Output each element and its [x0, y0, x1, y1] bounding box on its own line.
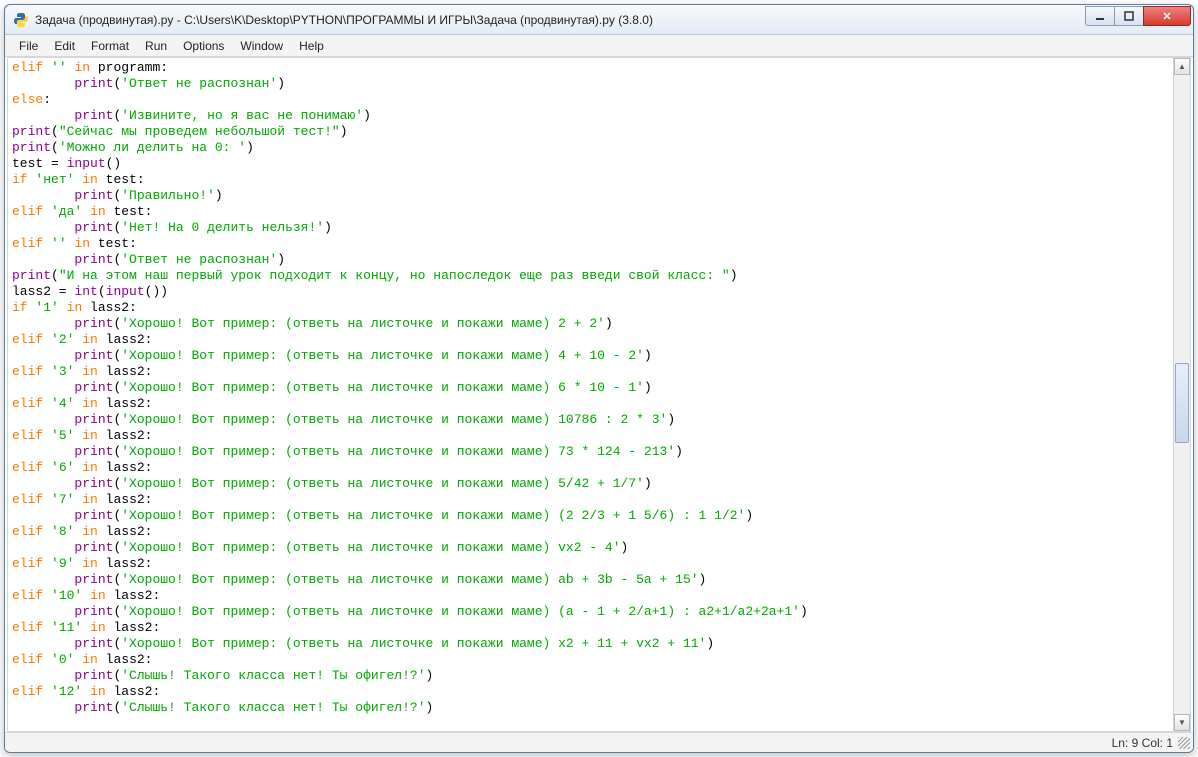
menu-help[interactable]: Help [291, 36, 332, 56]
close-button[interactable] [1143, 6, 1191, 26]
maximize-button[interactable] [1114, 6, 1144, 26]
scroll-up-button[interactable]: ▲ [1174, 58, 1190, 75]
resize-grip-icon[interactable] [1178, 737, 1190, 749]
menu-run[interactable]: Run [137, 36, 175, 56]
menubar: File Edit Format Run Options Window Help [5, 35, 1193, 57]
menu-file[interactable]: File [11, 36, 46, 56]
minimize-button[interactable] [1085, 6, 1115, 26]
code-editor[interactable]: elif '' in programm: print('Ответ не рас… [8, 58, 1190, 731]
scroll-down-button[interactable]: ▼ [1174, 714, 1190, 731]
window-title: Задача (продвинутая).py - C:\Users\K\Des… [35, 13, 1086, 27]
python-icon [13, 12, 29, 28]
scroll-track[interactable] [1174, 75, 1190, 714]
vertical-scrollbar[interactable]: ▲ ▼ [1173, 58, 1190, 731]
idle-window: Задача (продвинутая).py - C:\Users\K\Des… [4, 4, 1194, 753]
scroll-thumb[interactable] [1175, 363, 1189, 443]
menu-window[interactable]: Window [232, 36, 291, 56]
menu-edit[interactable]: Edit [46, 36, 83, 56]
titlebar[interactable]: Задача (продвинутая).py - C:\Users\K\Des… [5, 5, 1193, 35]
editor-area: elif '' in programm: print('Ответ не рас… [7, 57, 1191, 732]
window-buttons [1086, 6, 1191, 26]
menu-options[interactable]: Options [175, 36, 232, 56]
statusbar: Ln: 9 Col: 1 [5, 732, 1193, 752]
menu-format[interactable]: Format [83, 36, 137, 56]
code-content[interactable]: elif '' in programm: print('Ответ не рас… [12, 60, 1186, 716]
cursor-position: Ln: 9 Col: 1 [1112, 736, 1173, 750]
